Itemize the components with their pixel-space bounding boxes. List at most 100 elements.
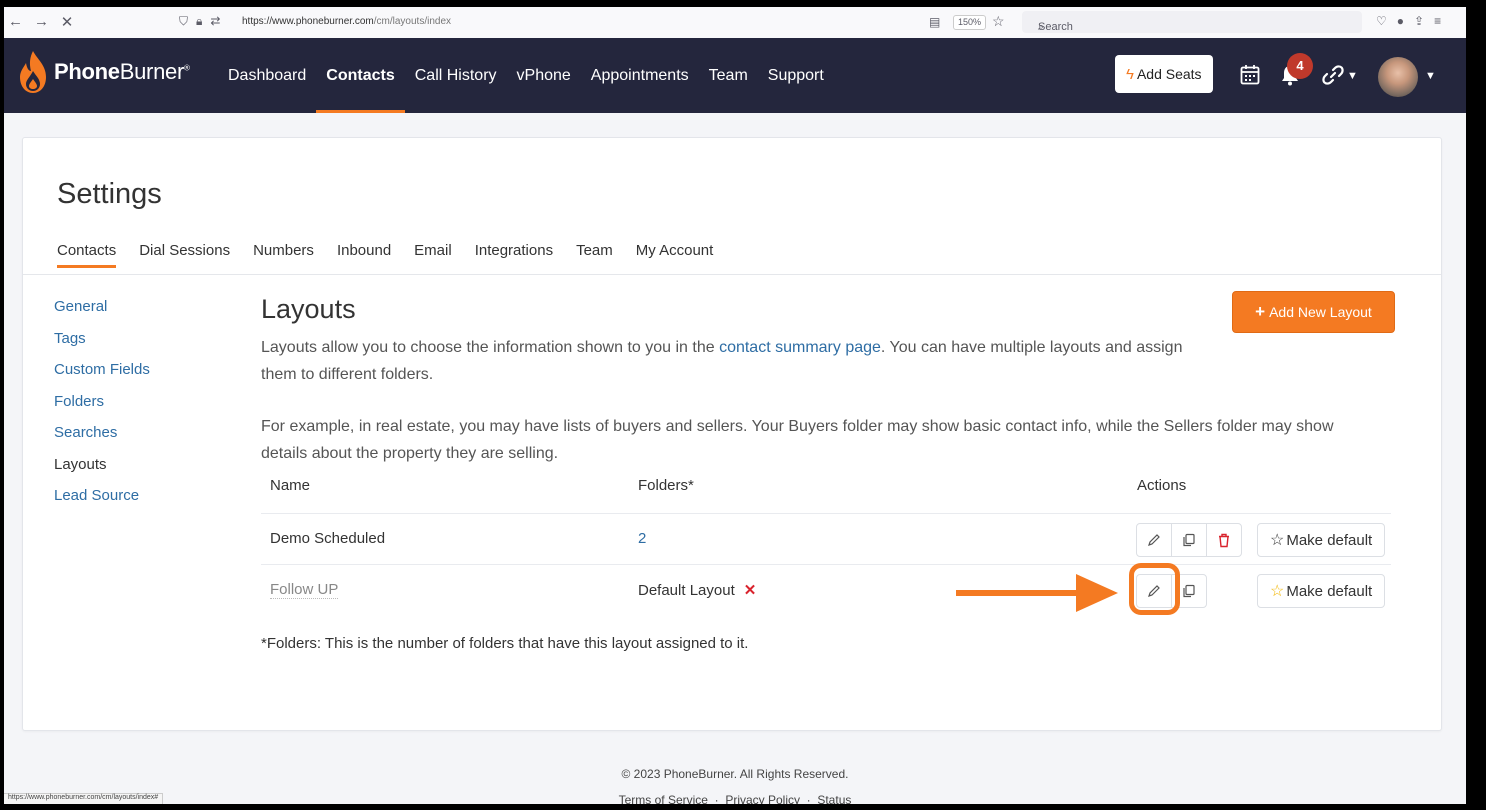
layout-name: Demo Scheduled: [270, 530, 386, 547]
remove-x-icon[interactable]: ✕: [744, 582, 757, 599]
url-security-icons: ⛉ 🔒︎ ⇄: [179, 14, 220, 29]
make-default-label: Make default: [1286, 582, 1373, 600]
page-title: Settings: [57, 178, 162, 210]
browser-nav: ← → ✕: [8, 13, 74, 31]
table-row: Demo Scheduled 2 ☆ Make default: [261, 513, 1391, 564]
notification-badge[interactable]: 4: [1287, 53, 1313, 79]
star-outline-icon: ☆: [1270, 532, 1285, 549]
page-footer: © 2023 PhoneBurner. All Rights Reserved.…: [4, 767, 1466, 807]
brand-name: PhoneBurner®: [54, 59, 190, 84]
screen-frame: ← → ✕ ⛉ 🔒︎ ⇄ https://www.phoneburner.com…: [0, 0, 1486, 810]
contact-summary-link[interactable]: contact summary page: [719, 339, 881, 356]
table-row: Follow UP Default Layout ✕ ☆ Make default: [261, 564, 1391, 615]
status-bar-url: https://www.phoneburner.com/cm/layouts/i…: [4, 793, 164, 804]
tracking-shield-icon[interactable]: ⛉: [179, 14, 188, 29]
copyright: © 2023 PhoneBurner. All Rights Reserved.: [621, 767, 849, 781]
add-new-layout-label: Add New Layout: [1269, 304, 1372, 320]
page-body: Settings Contacts Dial Sessions Numbers …: [4, 113, 1466, 807]
sidebar-item-lead-source[interactable]: Lead Source: [54, 487, 150, 519]
add-seats-label: Add Seats: [1136, 66, 1202, 82]
tab-email[interactable]: Email: [414, 242, 452, 268]
settings-card: Settings Contacts Dial Sessions Numbers …: [22, 137, 1442, 731]
stop-icon[interactable]: ✕: [60, 13, 74, 31]
bolt-icon: ϟ: [1126, 65, 1134, 83]
search-placeholder: Search: [1038, 21, 1073, 33]
layout-name: Follow UP: [270, 581, 339, 599]
nav-support[interactable]: Support: [758, 38, 834, 113]
bookmark-star-icon[interactable]: ☆: [992, 13, 1005, 30]
tab-my-account[interactable]: My Account: [636, 242, 714, 268]
browser-toolbar: ← → ✕ ⛉ 🔒︎ ⇄ https://www.phoneburner.com…: [4, 7, 1466, 39]
sidebar-item-tags[interactable]: Tags: [54, 330, 150, 362]
add-new-layout-button[interactable]: + Add New Layout: [1232, 291, 1395, 333]
lock-icon[interactable]: 🔒︎: [196, 14, 202, 29]
nav-appointments[interactable]: Appointments: [581, 38, 699, 113]
make-default-label: Make default: [1286, 531, 1373, 549]
edit-button[interactable]: [1137, 524, 1172, 556]
nav-dashboard[interactable]: Dashboard: [218, 38, 316, 113]
share-icon[interactable]: ⇪: [1414, 14, 1424, 28]
tabs-divider: [23, 274, 1441, 275]
make-default-button[interactable]: ☆ Make default: [1257, 574, 1386, 608]
url-path: /cm/layouts/index: [373, 16, 452, 27]
zoom-level[interactable]: 150%: [953, 15, 987, 30]
forward-icon[interactable]: →: [34, 13, 49, 31]
annotation-arrow: [956, 574, 1118, 612]
nav-vphone[interactable]: vPhone: [507, 38, 581, 113]
sidebar-item-general[interactable]: General: [54, 298, 150, 330]
tab-contacts[interactable]: Contacts: [57, 242, 117, 268]
profile-extension-icon[interactable]: ●: [1397, 14, 1404, 28]
folders-count-link[interactable]: 2: [638, 530, 646, 547]
folders-default-label: Default Layout ✕: [638, 582, 757, 599]
make-default-button[interactable]: ☆ Make default: [1257, 523, 1386, 557]
terms-link[interactable]: Terms of Service: [619, 793, 708, 804]
folders-footnote: *Folders: This is the number of folders …: [261, 635, 749, 652]
link-icon[interactable]: [1322, 64, 1344, 86]
tab-team[interactable]: Team: [576, 242, 613, 268]
section-title: Layouts: [261, 294, 356, 324]
tab-integrations[interactable]: Integrations: [475, 242, 553, 268]
extension-icons: ♡ ● ⇪ ≡: [1376, 14, 1441, 28]
phoneburner-logo[interactable]: PhoneBurner®: [18, 49, 190, 95]
browser-search-input[interactable]: ⌕ Search: [1022, 11, 1362, 33]
add-seats-button[interactable]: ϟ Add Seats: [1115, 55, 1213, 93]
menu-icon[interactable]: ≡: [1434, 14, 1441, 28]
nav-call-history[interactable]: Call History: [405, 38, 507, 113]
annotation-highlight: [1129, 563, 1180, 615]
column-folders: Folders*: [638, 477, 694, 494]
chevron-down-icon[interactable]: ▼: [1425, 70, 1436, 82]
footer-links: Terms of Service · Privacy Policy · Stat…: [618, 793, 852, 807]
settings-sidebar: General Tags Custom Fields Folders Searc…: [54, 298, 150, 519]
sidebar-item-custom-fields[interactable]: Custom Fields: [54, 361, 150, 393]
address-bar[interactable]: https://www.phoneburner.com/cm/layouts/i…: [242, 16, 451, 27]
nav-contacts[interactable]: Contacts: [316, 38, 406, 113]
nav-team[interactable]: Team: [699, 38, 758, 113]
sidebar-item-layouts[interactable]: Layouts: [54, 456, 150, 488]
column-name: Name: [270, 477, 311, 494]
sidebar-item-folders[interactable]: Folders: [54, 393, 150, 425]
reader-view-icon[interactable]: ▤: [929, 15, 940, 29]
duplicate-button[interactable]: [1172, 524, 1207, 556]
delete-button[interactable]: [1207, 524, 1241, 556]
pencil-icon: [1148, 534, 1160, 546]
pocket-icon[interactable]: ♡: [1376, 14, 1387, 28]
privacy-link[interactable]: Privacy Policy: [725, 793, 800, 804]
tab-inbound[interactable]: Inbound: [337, 242, 391, 268]
plus-icon: +: [1255, 302, 1266, 321]
flame-logo-icon: [20, 51, 46, 93]
chevron-down-icon[interactable]: ▼: [1347, 70, 1358, 82]
url-host: https://www.phoneburner.com: [242, 16, 374, 27]
sidebar-item-searches[interactable]: Searches: [54, 424, 150, 456]
back-icon[interactable]: ←: [8, 13, 23, 31]
app-navbar: PhoneBurner® Dashboard Contacts Call His…: [4, 38, 1466, 113]
row-action-buttons: [1136, 523, 1242, 557]
copy-icon: [1183, 584, 1195, 598]
permissions-icon[interactable]: ⇄: [210, 14, 220, 29]
tab-dial-sessions[interactable]: Dial Sessions: [139, 242, 230, 268]
column-actions: Actions: [1137, 477, 1187, 494]
main-menu: Dashboard Contacts Call History vPhone A…: [218, 38, 834, 113]
status-link[interactable]: Status: [817, 793, 851, 804]
user-avatar[interactable]: [1378, 57, 1418, 97]
calendar-icon[interactable]: [1240, 64, 1260, 86]
tab-numbers[interactable]: Numbers: [253, 242, 314, 268]
